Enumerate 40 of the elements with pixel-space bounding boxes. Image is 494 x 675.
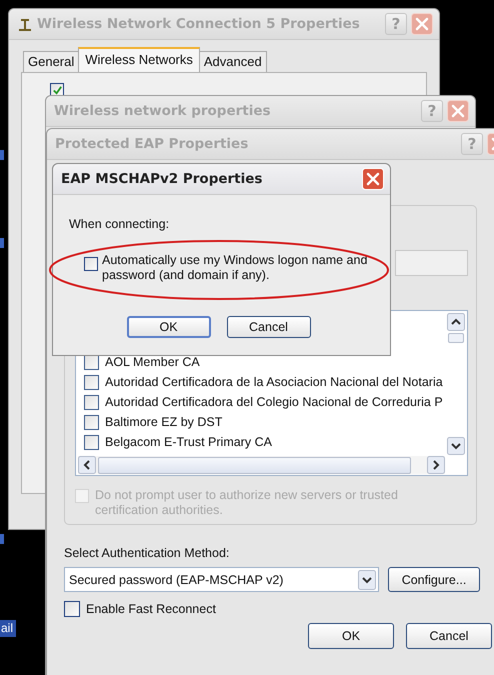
window-title: Wireless network properties: [54, 103, 272, 119]
scroll-left-icon[interactable]: [78, 456, 96, 474]
field-label: Select Authentication Method:: [64, 546, 230, 560]
desktop-label[interactable]: ail: [0, 620, 16, 637]
checkbox-label: Enable Fast Reconnect: [86, 602, 216, 616]
scroll-thumb[interactable]: [98, 456, 411, 474]
checkbox[interactable]: [84, 414, 99, 430]
checkbox-label: Automatically use my Windows logon name and password (and domain if any).: [102, 253, 368, 283]
tab[interactable]: General: [23, 51, 80, 72]
ok-button[interactable]: OK: [126, 316, 210, 338]
scroll-thumb[interactable]: [448, 333, 464, 343]
cancel-button[interactable]: Cancel: [226, 316, 310, 338]
checkbox[interactable]: [84, 257, 98, 271]
list-item[interactable]: Baltimore EZ by DST: [105, 415, 222, 429]
checkbox[interactable]: [64, 601, 80, 617]
checkbox[interactable]: [84, 434, 99, 450]
scroll-right-icon[interactable]: [427, 456, 445, 474]
method-dropdown[interactable]: Secured password (EAP-MSCHAP v2): [64, 567, 379, 592]
prompt-text: When connecting:: [69, 217, 170, 231]
window-title: Wireless Network Connection 5 Properties: [37, 16, 361, 32]
checkbox-label: Do not prompt user to authorize new servers or trusted certification authorities.: [95, 488, 399, 518]
list-item[interactable]: AOL Member CA: [105, 355, 200, 369]
horizontal-scrollbar[interactable]: [78, 456, 445, 474]
checkbox[interactable]: [84, 374, 99, 390]
configure-button[interactable]: Configure...: [388, 567, 480, 592]
vertical-scrollbar[interactable]: [447, 313, 465, 455]
window-title: Protected EAP Properties: [55, 136, 250, 152]
scroll-up-icon[interactable]: [447, 313, 465, 331]
ok-button[interactable]: OK: [308, 623, 394, 649]
text-field[interactable]: [395, 250, 468, 276]
list-item[interactable]: Belgacom E-Trust Primary CA: [105, 435, 272, 449]
cancel-button[interactable]: Cancel: [406, 623, 492, 649]
tab[interactable]: Wireless Networks: [78, 47, 200, 72]
tab[interactable]: Advanced: [198, 51, 267, 72]
dropdown-icon[interactable]: [358, 570, 376, 590]
window-title: EAP MSCHAPv2 Properties: [61, 171, 264, 187]
checkbox[interactable]: [84, 394, 99, 410]
list-item[interactable]: Autoridad Certificadora del Colegio Nacional de Correduria P: [105, 395, 443, 409]
list-item[interactable]: Autoridad Certificadora de la Asociacion Nacional del Notaria: [105, 375, 443, 389]
scroll-down-icon[interactable]: [447, 437, 465, 455]
